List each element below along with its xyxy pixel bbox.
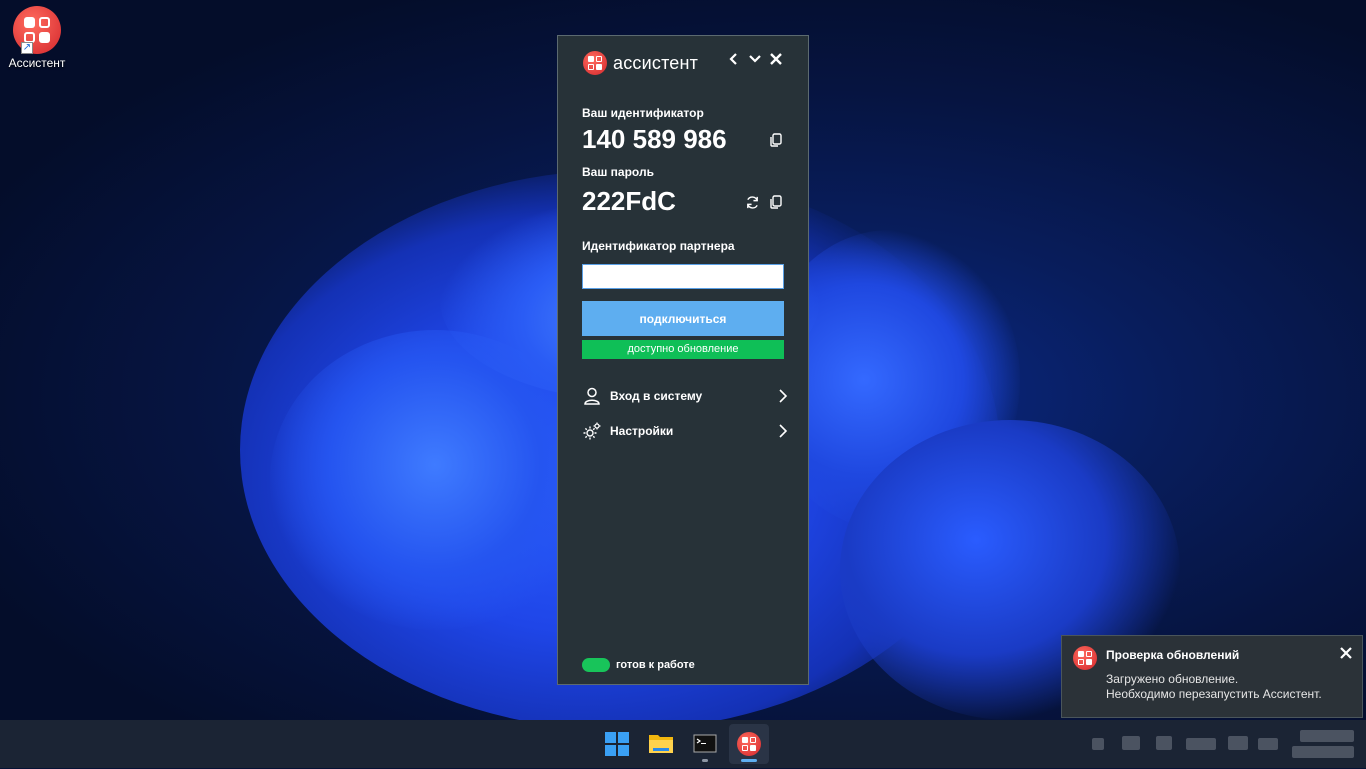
status-dot-icon bbox=[582, 658, 610, 672]
notification-close-button[interactable] bbox=[1340, 646, 1352, 664]
back-button[interactable] bbox=[725, 52, 743, 70]
start-icon bbox=[605, 732, 629, 756]
id-value: 140 589 986 bbox=[582, 124, 727, 154]
chevron-right-icon bbox=[779, 424, 788, 438]
password-label: Ваш пароль bbox=[582, 165, 654, 179]
desktop-icon-label: Ассистент bbox=[8, 56, 66, 70]
connect-button[interactable]: подключиться bbox=[582, 301, 784, 336]
chevron-left-icon bbox=[729, 53, 737, 65]
refresh-icon bbox=[747, 196, 758, 209]
close-icon bbox=[1340, 647, 1352, 659]
assistant-logo-icon: ↗ bbox=[13, 6, 61, 54]
partner-id-label: Идентификатор партнера bbox=[582, 239, 735, 253]
notification-logo-icon bbox=[1073, 646, 1097, 670]
chevron-down-icon bbox=[749, 55, 761, 63]
assistant-window: ассистент Ваш идентификатор 140 589 986 … bbox=[557, 35, 809, 685]
minimize-button[interactable] bbox=[746, 52, 764, 70]
taskbar-start-button[interactable] bbox=[597, 724, 637, 764]
shortcut-arrow-icon: ↗ bbox=[21, 42, 33, 54]
system-tray[interactable] bbox=[1088, 720, 1366, 768]
menu-item-label: Вход в систему bbox=[610, 389, 703, 403]
copy-id-button[interactable] bbox=[769, 133, 785, 149]
window-titlebar[interactable]: ассистент bbox=[558, 36, 808, 88]
menu-item-login[interactable]: Вход в систему bbox=[582, 384, 788, 408]
brand: ассистент bbox=[583, 51, 698, 75]
status-indicator: готов к работе bbox=[582, 658, 695, 672]
taskbar bbox=[0, 720, 1366, 768]
partner-id-input[interactable] bbox=[582, 264, 784, 289]
status-text: готов к работе bbox=[616, 659, 695, 671]
notification-line-1: Загружено обновление. bbox=[1106, 672, 1239, 686]
gear-icon bbox=[583, 422, 601, 440]
taskbar-terminal[interactable] bbox=[685, 724, 725, 764]
close-button[interactable] bbox=[767, 52, 785, 70]
id-label: Ваш идентификатор bbox=[582, 106, 704, 120]
copy-icon bbox=[770, 195, 782, 209]
notification-title: Проверка обновлений bbox=[1106, 648, 1240, 662]
password-value: 222FdC bbox=[582, 186, 676, 216]
chevron-right-icon bbox=[779, 389, 788, 403]
update-notification[interactable]: Проверка обновлений Загружено обновление… bbox=[1061, 635, 1363, 718]
update-available-badge[interactable]: доступно обновление bbox=[582, 340, 784, 359]
notification-line-2: Необходимо перезапустить Ассистент. bbox=[1106, 687, 1322, 701]
taskbar-file-explorer[interactable] bbox=[641, 724, 681, 764]
terminal-icon bbox=[693, 734, 717, 753]
taskbar-assistant[interactable] bbox=[729, 724, 769, 764]
refresh-password-button[interactable] bbox=[745, 195, 761, 211]
copy-icon bbox=[770, 133, 782, 147]
brand-name: ассистент bbox=[613, 52, 699, 73]
assistant-icon bbox=[737, 732, 761, 756]
file-explorer-icon bbox=[649, 735, 673, 753]
desktop-shortcut-assistant[interactable]: ↗ Ассистент bbox=[4, 6, 70, 70]
user-icon bbox=[584, 387, 600, 405]
close-icon bbox=[770, 53, 782, 65]
brand-logo-icon bbox=[583, 51, 607, 75]
menu-item-label: Настройки bbox=[610, 424, 674, 438]
copy-password-button[interactable] bbox=[769, 195, 785, 211]
menu-item-settings[interactable]: Настройки bbox=[582, 419, 788, 443]
